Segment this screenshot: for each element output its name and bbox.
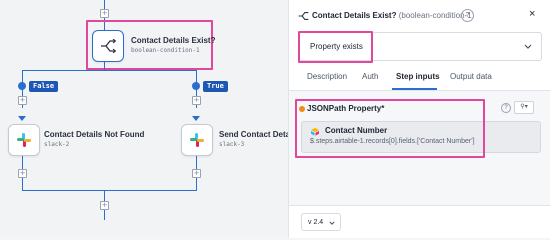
step-inputs-content: JSONPath Property* ? ⚲▾ Contact Number $… bbox=[289, 91, 550, 205]
version-select[interactable]: v 2.4 bbox=[301, 213, 341, 231]
slack-icon bbox=[190, 133, 204, 147]
add-step-true-button[interactable]: + bbox=[192, 96, 201, 105]
right-node-title: Send Contact Details bbox=[219, 130, 288, 139]
add-step-right-after-button[interactable]: + bbox=[192, 169, 201, 178]
arrow-left bbox=[18, 116, 26, 121]
panel-title: Contact Details Exist? (boolean-conditio… bbox=[312, 11, 474, 20]
add-step-left-after-button[interactable]: + bbox=[18, 169, 27, 178]
tab-output-data[interactable]: Output data bbox=[450, 72, 492, 81]
property-highlight bbox=[295, 99, 485, 158]
select-highlight bbox=[298, 31, 373, 63]
add-step-top-button[interactable]: + bbox=[100, 9, 109, 18]
help-icon[interactable]: ? bbox=[461, 9, 474, 22]
panel-tabs: Description Auth Step inputs Output data bbox=[289, 64, 550, 91]
connector-branch-bar bbox=[22, 70, 196, 71]
panel-header: Contact Details Exist? (boolean-conditio… bbox=[289, 0, 550, 32]
left-node-title: Contact Details Not Found bbox=[44, 130, 145, 139]
chevron-down-icon bbox=[524, 44, 532, 49]
add-step-false-button[interactable]: + bbox=[18, 96, 27, 105]
add-step-bottom-button[interactable]: + bbox=[100, 201, 109, 210]
field-options-dropdown[interactable]: ⚲▾ bbox=[514, 101, 534, 114]
true-badge: True bbox=[203, 81, 228, 92]
connector-condition-out bbox=[104, 62, 105, 70]
condition-node[interactable] bbox=[92, 30, 124, 62]
left-node-id: slack-2 bbox=[44, 141, 70, 148]
slack-node-left[interactable] bbox=[8, 124, 40, 156]
false-badge: False bbox=[29, 81, 59, 92]
slack-node-right[interactable] bbox=[181, 124, 213, 156]
arrow-right bbox=[192, 116, 200, 121]
workflow-canvas[interactable]: + Contact Details Exist? boolean-conditi… bbox=[0, 0, 288, 237]
tab-description[interactable]: Description bbox=[307, 72, 347, 81]
panel-footer: v 2.4 bbox=[289, 205, 550, 238]
step-settings-panel: Contact Details Exist? (boolean-conditio… bbox=[288, 0, 550, 238]
branch-true-dot bbox=[192, 82, 200, 90]
condition-node-id: boolean-condition-1 bbox=[131, 47, 200, 54]
tab-auth[interactable]: Auth bbox=[362, 72, 378, 81]
branch-icon bbox=[101, 39, 116, 53]
right-node-id: slack-3 bbox=[219, 141, 245, 148]
panel-title-text: Contact Details Exist? bbox=[312, 11, 397, 20]
version-value: v 2.4 bbox=[308, 219, 324, 226]
active-tab-indicator bbox=[392, 88, 437, 90]
close-button[interactable]: × bbox=[529, 8, 535, 20]
help-icon[interactable]: ? bbox=[501, 103, 511, 113]
chevron-down-icon bbox=[329, 221, 335, 225]
connector-top bbox=[104, 0, 105, 9]
branch-false-dot bbox=[18, 82, 26, 90]
tab-step-inputs[interactable]: Step inputs bbox=[396, 72, 440, 81]
connector-merge-bar bbox=[22, 190, 197, 191]
branch-icon bbox=[298, 12, 309, 20]
condition-node-title: Contact Details Exist? bbox=[131, 36, 216, 45]
slack-icon bbox=[17, 133, 31, 147]
